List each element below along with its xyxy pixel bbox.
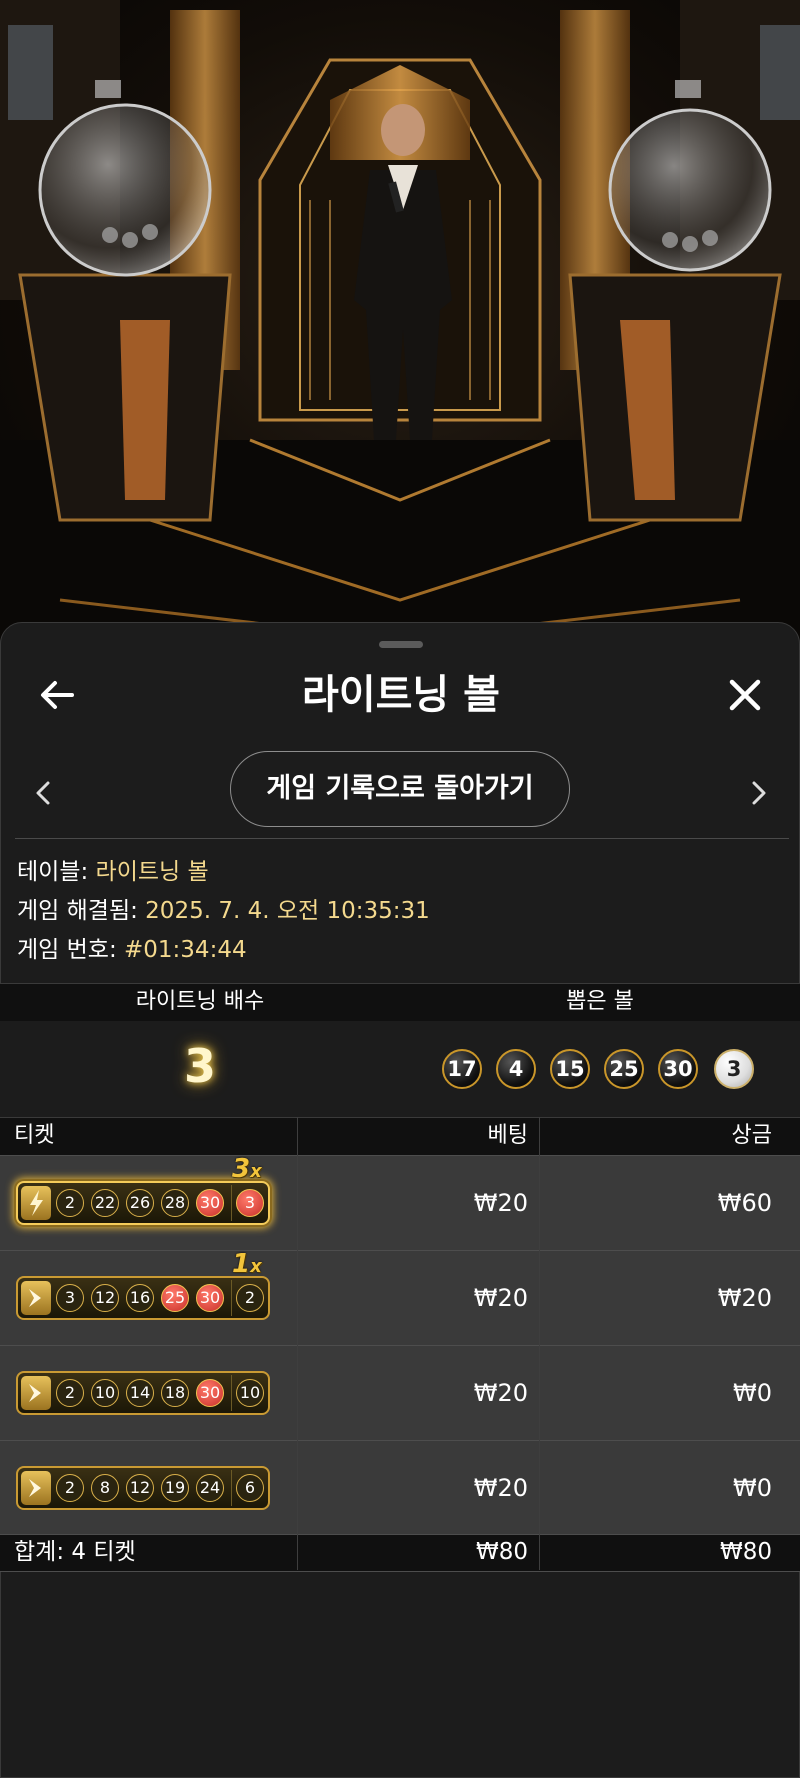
table-info: 테이블: 라이트닝 볼 [17, 857, 209, 887]
multiplier-header: 라이트닝 배수 [135, 989, 265, 1014]
ticket-ball: 26 [126, 1189, 154, 1217]
multiplier-badge-value: 3 [232, 1154, 251, 1184]
ticket-row: 2 22 26 28 30 3 3x ₩20 ₩60 [0, 1154, 800, 1250]
ticket-card: 2 10 14 18 30 10 [16, 1371, 270, 1415]
next-game-button[interactable] [739, 763, 779, 823]
ticket-bet: ₩20 [473, 1189, 528, 1217]
ticket-bet: ₩20 [473, 1379, 528, 1407]
game-number-value: #01:34:44 [124, 937, 247, 963]
ticket-ball: 19 [161, 1474, 189, 1502]
previous-game-button[interactable] [23, 763, 63, 823]
column-divider [539, 1117, 540, 1570]
ticket-icon [21, 1281, 51, 1315]
ticket-ball: 30 [196, 1189, 224, 1217]
chevron-left-icon [36, 781, 50, 805]
page-title: 라이트닝 볼 [302, 672, 500, 718]
resolved-info: 게임 해결됨: 2025. 7. 4. 오전 10:35:31 [17, 896, 430, 926]
ticket-row: 2 8 12 19 24 6 ₩20 ₩0 [0, 1440, 800, 1535]
total-row: 합계: 4 티켓 ₩80 ₩80 [0, 1534, 800, 1572]
resolved-value: 2025. 7. 4. 오전 10:35:31 [145, 898, 430, 924]
drawn-ball: 25 [604, 1049, 644, 1089]
back-to-history-button[interactable]: 게임 기록으로 돌아가기 [230, 751, 570, 827]
game-number-label: 게임 번호: [17, 937, 125, 963]
ticket-ball: 10 [91, 1379, 119, 1407]
ticket-ball: 22 [91, 1189, 119, 1217]
ticket-icon [21, 1471, 51, 1505]
studio-scene-image [0, 0, 800, 640]
ticket-bonus-ball: 10 [236, 1379, 264, 1407]
ticket-win: ₩0 [733, 1379, 772, 1407]
bet-column-header: 베팅 [487, 1123, 528, 1148]
ticket-ball: 18 [161, 1379, 189, 1407]
ticket-icon [21, 1376, 51, 1410]
ticket-win: ₩0 [733, 1474, 772, 1502]
multiplier-badge-suffix: x [250, 1256, 262, 1277]
ticket-bonus-ball: 6 [236, 1474, 264, 1502]
chevron-right-icon [752, 781, 766, 805]
drawn-ball: 17 [442, 1049, 482, 1089]
drag-handle[interactable] [379, 641, 423, 648]
total-label: 합계: 4 티켓 [14, 1539, 136, 1565]
ticket-table-header: 티켓 베팅 상금 [0, 1117, 800, 1157]
ticket-row: 3 12 16 25 30 2 1x ₩20 ₩20 [0, 1249, 800, 1345]
ticket-win: ₩20 [717, 1284, 772, 1312]
drawn-bonus-ball: 3 [714, 1049, 754, 1089]
multiplier-badge: 3x [232, 1154, 262, 1184]
total-win: ₩80 [719, 1539, 772, 1565]
live-stream-video [0, 0, 800, 640]
ticket-ball: 24 [196, 1474, 224, 1502]
win-column-header: 상금 [731, 1123, 772, 1148]
ticket-ball: 30 [196, 1379, 224, 1407]
lightning-multiplier-value: 3 [183, 1039, 216, 1093]
back-button[interactable] [25, 663, 89, 727]
ticket-bet: ₩20 [473, 1474, 528, 1502]
ticket-ball: 16 [126, 1284, 154, 1312]
ticket-separator [231, 1470, 232, 1506]
ticket-separator [231, 1375, 232, 1411]
drawn-balls-header: 뽑은 볼 [566, 989, 634, 1014]
ticket-ball: 12 [91, 1284, 119, 1312]
close-button[interactable] [713, 663, 777, 727]
divider [15, 838, 789, 839]
column-divider [297, 1117, 298, 1570]
ticket-ball: 2 [56, 1474, 84, 1502]
ticket-ball: 8 [91, 1474, 119, 1502]
table-value: 라이트닝 볼 [95, 859, 209, 885]
draw-result-header: 라이트닝 배수 뽑은 볼 [0, 983, 800, 1022]
ticket-ball: 28 [161, 1189, 189, 1217]
table-label: 테이블: [17, 859, 96, 885]
ticket-ball: 2 [56, 1379, 84, 1407]
multiplier-badge-value: 1 [232, 1249, 251, 1279]
multiplier-badge: 1x [232, 1249, 262, 1279]
ticket-ball: 25 [161, 1284, 189, 1312]
ticket-bonus-ball: 3 [236, 1189, 264, 1217]
arrow-left-icon [41, 681, 74, 709]
ticket-card: 2 22 26 28 30 3 [16, 1181, 270, 1225]
ticket-bonus-ball: 2 [236, 1284, 264, 1312]
ticket-ball: 14 [126, 1379, 154, 1407]
ticket-ball: 30 [196, 1284, 224, 1312]
multiplier-badge-suffix: x [250, 1161, 262, 1182]
ticket-row: 2 10 14 18 30 10 ₩20 ₩0 [0, 1345, 800, 1440]
ticket-win: ₩60 [717, 1189, 772, 1217]
drawn-ball: 4 [496, 1049, 536, 1089]
ticket-separator [231, 1280, 232, 1316]
close-icon [729, 679, 761, 711]
game-number-info: 게임 번호: #01:34:44 [17, 935, 247, 965]
ticket-ball: 12 [126, 1474, 154, 1502]
ticket-bet: ₩20 [473, 1284, 528, 1312]
ticket-ball: 3 [56, 1284, 84, 1312]
resolved-label: 게임 해결됨: [17, 898, 146, 924]
total-bet: ₩80 [475, 1539, 528, 1565]
ticket-card: 2 8 12 19 24 6 [16, 1466, 270, 1510]
ticket-ball: 2 [56, 1189, 84, 1217]
drawn-ball: 30 [658, 1049, 698, 1089]
drawn-ball: 15 [550, 1049, 590, 1089]
ticket-column-header: 티켓 [14, 1123, 55, 1148]
ticket-card: 3 12 16 25 30 2 [16, 1276, 270, 1320]
ticket-separator [231, 1185, 232, 1221]
lightning-icon [21, 1186, 51, 1220]
